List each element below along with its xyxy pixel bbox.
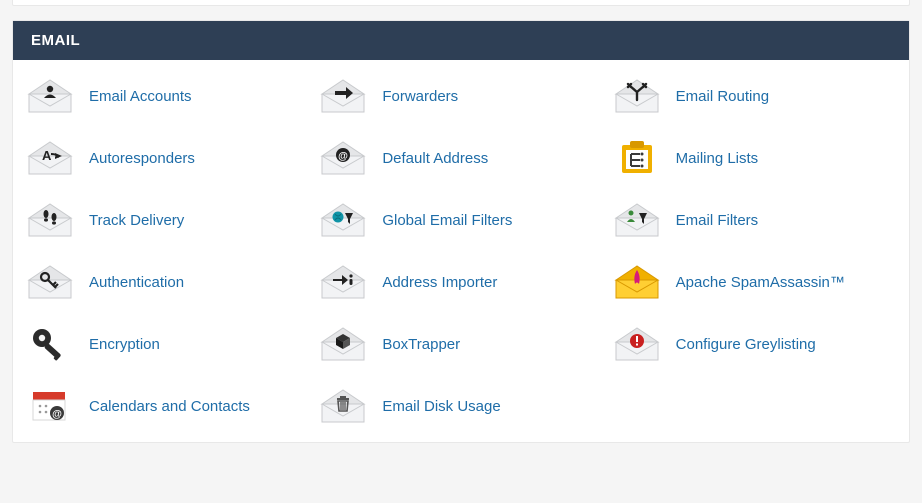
- item-label: Calendars and Contacts: [89, 398, 250, 415]
- at-sign-envelope-icon: @: [318, 138, 368, 178]
- panel-title: EMAIL: [13, 21, 909, 60]
- list-tree-clipboard-icon: [612, 138, 662, 178]
- item-calendars-and-contacts[interactable]: @ Calendars and Contacts: [25, 384, 310, 428]
- item-label: Encryption: [89, 336, 160, 353]
- a-reply-envelope-icon: A: [25, 138, 75, 178]
- arrow-in-envelope-icon: [318, 262, 368, 302]
- svg-text:@: @: [338, 151, 348, 162]
- big-key-icon: [25, 324, 75, 364]
- globe-funnel-envelope-icon: [318, 200, 368, 240]
- item-label: Address Importer: [382, 274, 497, 291]
- item-label: Autoresponders: [89, 150, 195, 167]
- item-label: Mailing Lists: [676, 150, 759, 167]
- key-envelope-icon: [25, 262, 75, 302]
- item-configure-greylisting[interactable]: Configure Greylisting: [612, 322, 897, 366]
- item-label: Email Routing: [676, 88, 769, 105]
- item-label: Forwarders: [382, 88, 458, 105]
- spam-feather-envelope-icon: [612, 262, 662, 302]
- item-email-disk-usage[interactable]: Email Disk Usage: [318, 384, 603, 428]
- item-label: BoxTrapper: [382, 336, 460, 353]
- item-email-routing[interactable]: Email Routing: [612, 74, 897, 118]
- item-label: Email Disk Usage: [382, 398, 500, 415]
- alert-circle-envelope-icon: [612, 324, 662, 364]
- item-label: Default Address: [382, 150, 488, 167]
- trash-envelope-icon: [318, 386, 368, 426]
- item-default-address[interactable]: @ Default Address: [318, 136, 603, 180]
- footprints-envelope-icon: [25, 200, 75, 240]
- item-email-accounts[interactable]: Email Accounts: [25, 74, 310, 118]
- svg-text:@: @: [52, 409, 62, 420]
- calendar-at-icon: @: [25, 386, 75, 426]
- person-funnel-envelope-icon: [612, 200, 662, 240]
- empty-cell: [612, 384, 897, 428]
- email-panel: EMAIL Email Accounts: [12, 20, 910, 443]
- item-boxtrapper[interactable]: BoxTrapper: [318, 322, 603, 366]
- person-envelope-icon: [25, 76, 75, 116]
- item-label: Track Delivery: [89, 212, 184, 229]
- item-forwarders[interactable]: Forwarders: [318, 74, 603, 118]
- item-authentication[interactable]: Authentication: [25, 260, 310, 304]
- arrow-right-envelope-icon: [318, 76, 368, 116]
- item-global-email-filters[interactable]: Global Email Filters: [318, 198, 603, 242]
- item-mailing-lists[interactable]: Mailing Lists: [612, 136, 897, 180]
- item-label: Email Accounts: [89, 88, 192, 105]
- previous-panel-edge: [12, 0, 910, 6]
- item-encryption[interactable]: Encryption: [25, 322, 310, 366]
- item-apache-spamassassin[interactable]: Apache SpamAssassin™: [612, 260, 897, 304]
- item-email-filters[interactable]: Email Filters: [612, 198, 897, 242]
- item-label: Global Email Filters: [382, 212, 512, 229]
- cube-envelope-icon: [318, 324, 368, 364]
- panel-body: Email Accounts Forwarders: [13, 60, 909, 442]
- route-split-envelope-icon: [612, 76, 662, 116]
- item-label: Authentication: [89, 274, 184, 291]
- item-track-delivery[interactable]: Track Delivery: [25, 198, 310, 242]
- item-label: Apache SpamAssassin™: [676, 274, 845, 291]
- item-autoresponders[interactable]: A Autoresponders: [25, 136, 310, 180]
- item-label: Email Filters: [676, 212, 759, 229]
- item-address-importer[interactable]: Address Importer: [318, 260, 603, 304]
- item-label: Configure Greylisting: [676, 336, 816, 353]
- svg-text:A: A: [42, 148, 52, 163]
